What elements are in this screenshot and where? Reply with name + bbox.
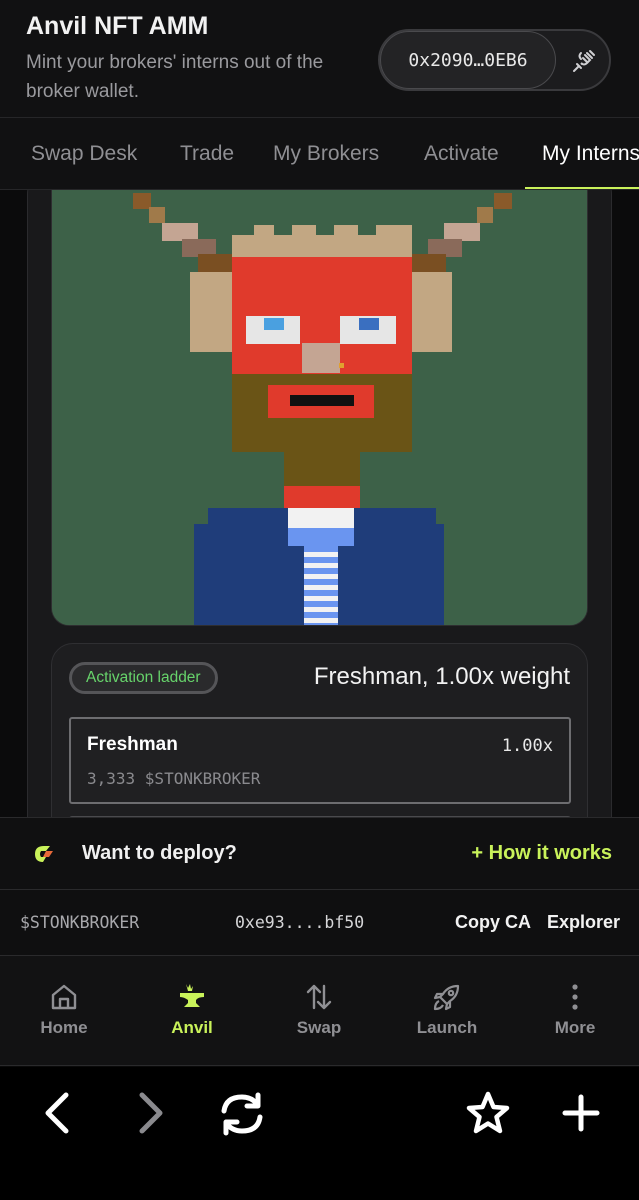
nav-home-label: Home [40,1018,88,1037]
deploy-prompt: Want to deploy? [82,842,237,864]
explorer-link[interactable]: Explorer [547,912,620,933]
anvil-icon [180,984,204,1007]
nav-launch-label: Launch [416,1018,478,1037]
nav-anvil[interactable]: Anvil [128,956,256,1066]
app-header: Anvil NFT AMM Mint your brokers' interns… [0,0,639,118]
browser-toolbar [0,1067,639,1200]
tier-multiplier: 1.00x [501,736,553,756]
rocket-icon [433,984,460,1011]
tier-cost: 3,333 $STONKBROKER [87,769,261,788]
activation-ladder-badge: Activation ladder [69,662,218,694]
nav-more-label: More [554,1018,596,1037]
tab-bar: Swap Desk Trade My Brokers Activate My I… [0,118,639,190]
nav-swap[interactable]: Swap [255,956,383,1066]
main-content[interactable]: Activation ladder Freshman, 1.00x weight… [0,190,639,817]
plug-disconnect-icon[interactable] [570,47,598,75]
tab-my-interns[interactable]: My Interns [542,118,639,189]
deploy-banner: Want to deploy? + How it works [0,817,639,890]
more-vertical-icon [572,984,578,1010]
wallet-pill: 0x2090…0EB6 [378,29,611,91]
app-title: Anvil NFT AMM [26,12,209,40]
contract-address: 0xe93....bf50 [235,913,365,932]
current-tier-status: Freshman, 1.00x weight [313,663,570,690]
home-icon [51,984,77,1010]
copy-ca-button[interactable]: Copy CA [455,912,531,933]
refresh-icon[interactable] [212,1087,272,1143]
tier-name: Freshman [87,734,178,755]
tab-swap-desk[interactable]: Swap Desk [31,118,137,189]
new-tab-plus-icon[interactable] [551,1087,611,1143]
launchpad-logo-icon [35,846,53,862]
tier-row-freshman[interactable]: Freshman 1.00x 3,333 $STONKBROKER [69,717,571,804]
token-symbol: $STONKBROKER [20,913,140,932]
intern-nft-image [51,190,588,626]
bottom-navigation: Home Anvil Swap Launch More [0,956,639,1066]
nav-swap-label: Swap [296,1018,342,1037]
swap-arrows-icon [306,984,332,1010]
nav-more[interactable]: More [511,956,639,1066]
activation-ladder-card: Activation ladder Freshman, 1.00x weight… [51,643,588,817]
app-subtitle: Mint your brokers' interns out of the br… [26,52,324,102]
how-it-works-link[interactable]: + How it works [471,842,612,865]
token-info-bar: $STONKBROKER 0xe93....bf50 Copy CA Explo… [0,890,639,956]
back-arrow-icon[interactable] [28,1087,88,1143]
nav-home[interactable]: Home [0,956,128,1066]
wallet-address-button[interactable]: 0x2090…0EB6 [380,31,556,89]
nav-anvil-label: Anvil [171,1018,213,1037]
bookmark-star-icon[interactable] [458,1087,518,1143]
nav-launch[interactable]: Launch [383,956,511,1066]
forward-arrow-icon[interactable] [120,1087,180,1143]
tab-my-brokers[interactable]: My Brokers [273,118,379,189]
tab-trade[interactable]: Trade [180,118,234,189]
tab-activate[interactable]: Activate [424,118,499,189]
